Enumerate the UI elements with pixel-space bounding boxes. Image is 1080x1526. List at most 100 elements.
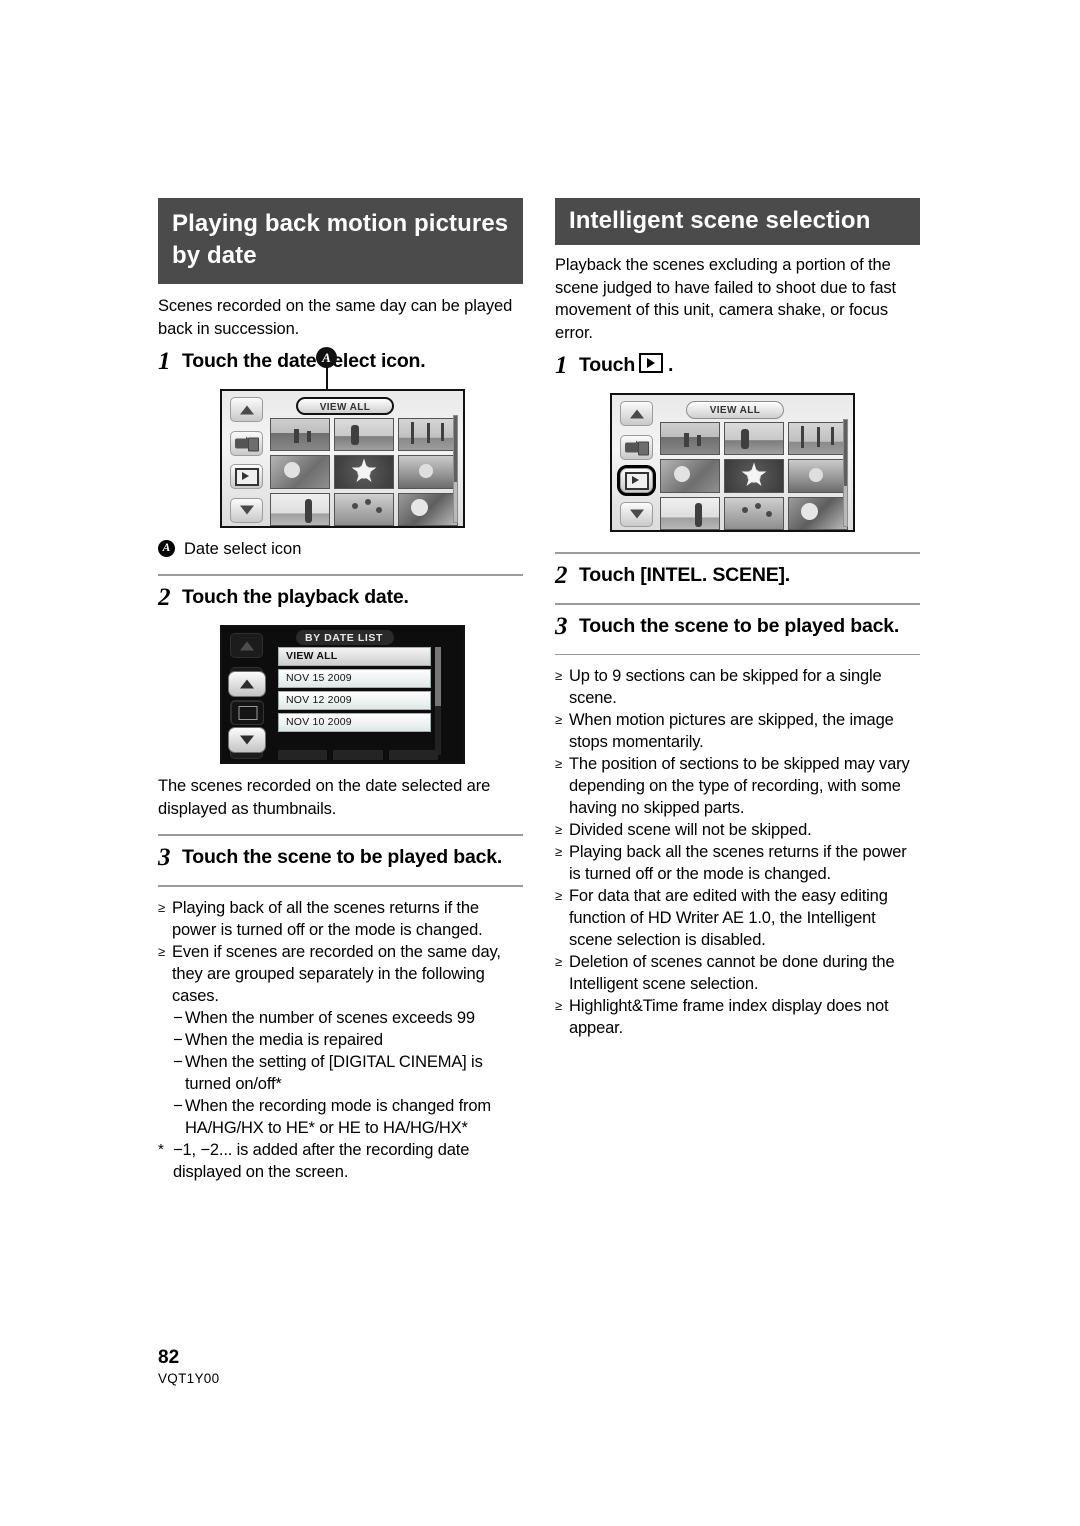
divider bbox=[555, 653, 920, 655]
play-mode-icon[interactable] bbox=[617, 465, 656, 497]
list-item-text: For data that are edited with the easy e… bbox=[569, 887, 888, 949]
thumbnail[interactable] bbox=[398, 492, 458, 526]
after-figure-paragraph: The scenes recorded on the date selected… bbox=[158, 777, 491, 818]
step-2-right: 2 Touch [INTEL. SCENE]. bbox=[555, 563, 920, 589]
list-item: ≥ For data that are edited with the easy… bbox=[555, 885, 920, 951]
intro-paragraph-left: Scenes recorded on the same day can be p… bbox=[158, 297, 513, 338]
footnote-text: −1, −2... is added after the recording d… bbox=[173, 1140, 470, 1181]
dash-mark: − bbox=[173, 1052, 183, 1071]
thumbnail-grid bbox=[270, 418, 458, 526]
divider bbox=[158, 834, 523, 836]
notes-list-right: ≥ Up to 9 sections can be skipped for a … bbox=[555, 665, 920, 1039]
list-scroll-down-button[interactable] bbox=[228, 727, 266, 753]
list-item: ≥ Deletion of scenes cannot be done duri… bbox=[555, 951, 920, 995]
date-list-item[interactable]: VIEW ALL bbox=[278, 647, 431, 666]
list-item: ≥ When motion pictures are skipped, the … bbox=[555, 709, 920, 753]
thumbnail[interactable] bbox=[398, 455, 458, 489]
thumbnail[interactable] bbox=[334, 418, 394, 452]
footnote: * −1, −2... is added after the recording… bbox=[158, 1139, 523, 1183]
lcd-scrollbar[interactable] bbox=[843, 419, 848, 527]
step-text: Touch. bbox=[577, 353, 673, 378]
badge-a-icon: A bbox=[158, 540, 175, 557]
dash-mark: − bbox=[173, 1008, 183, 1027]
notes-list-left: ≥ Playing back of all the scenes returns… bbox=[158, 897, 523, 1183]
list-item: − When the media is repaired bbox=[173, 1029, 523, 1051]
divider bbox=[555, 603, 920, 605]
bullet-mark: ≥ bbox=[555, 954, 562, 969]
callout-a-text: Date select icon bbox=[184, 540, 302, 558]
step-2-left: 2 Touch the playback date. bbox=[158, 585, 523, 611]
bullet-mark: ≥ bbox=[555, 844, 562, 859]
thumbnail[interactable] bbox=[724, 422, 784, 456]
step-text: Touch the playback date. bbox=[182, 586, 409, 608]
scroll-up-icon[interactable] bbox=[620, 401, 653, 426]
thumbnail[interactable] bbox=[788, 496, 848, 530]
list-item: ≥ Divided scene will not be skipped. bbox=[555, 819, 920, 841]
media-select-icon[interactable] bbox=[230, 430, 263, 456]
play-mode-icon[interactable] bbox=[230, 464, 263, 490]
list-scroll-up-button[interactable] bbox=[228, 671, 266, 697]
thumbnail[interactable] bbox=[270, 418, 330, 452]
scroll-up-icon[interactable] bbox=[230, 397, 263, 422]
thumbnail[interactable] bbox=[724, 459, 784, 493]
lcd-scrollbar[interactable] bbox=[453, 415, 458, 523]
thumbnail[interactable] bbox=[334, 492, 394, 526]
list-item: ≥ The position of sections to be skipped… bbox=[555, 753, 920, 819]
step-number: 3 bbox=[158, 844, 171, 871]
list-item: − When the recording mode is changed fro… bbox=[173, 1095, 523, 1139]
figure-thumbnail-screen-right: VIEW ALL bbox=[610, 393, 920, 532]
bullet-mark: ≥ bbox=[555, 998, 562, 1013]
thumbnail[interactable] bbox=[660, 459, 720, 493]
step-number: 1 bbox=[158, 348, 171, 375]
list-item-text: When motion pictures are skipped, the im… bbox=[569, 711, 894, 751]
step-number: 2 bbox=[555, 562, 568, 589]
thumbnail[interactable] bbox=[660, 496, 720, 530]
thumbnail[interactable] bbox=[788, 422, 848, 456]
lcd-screen: VIEW ALL BY DATE LIST VIEW ALL NOV 15 20… bbox=[220, 625, 465, 764]
date-select-icon[interactable]: VIEW ALL bbox=[296, 397, 394, 415]
left-column: Playing back motion pictures by date Sce… bbox=[158, 198, 523, 1183]
list-item: ≥ Playing back of all the scenes returns… bbox=[158, 897, 523, 941]
thumbnail[interactable] bbox=[660, 422, 720, 456]
list-item: − When the number of scenes exceeds 99 bbox=[173, 1007, 523, 1029]
manual-page: Playing back motion pictures by date Sce… bbox=[0, 0, 1080, 1526]
play-mode-icon[interactable] bbox=[231, 701, 264, 725]
thumbnail[interactable] bbox=[334, 455, 394, 489]
bottom-tab-strip bbox=[278, 750, 438, 760]
lcd-scrollbar[interactable] bbox=[435, 647, 441, 755]
scroll-down-icon[interactable] bbox=[230, 497, 263, 523]
step-number: 1 bbox=[555, 352, 568, 379]
date-list-item[interactable]: NOV 10 2009 bbox=[278, 713, 431, 732]
thumbnail[interactable] bbox=[788, 459, 848, 493]
date-list-item[interactable]: NOV 15 2009 bbox=[278, 669, 431, 688]
thumbnail[interactable] bbox=[724, 496, 784, 530]
list-item-text: Divided scene will not be skipped. bbox=[569, 821, 812, 839]
divider bbox=[158, 574, 523, 576]
page-footer: 82 VQT1Y00 bbox=[158, 1347, 219, 1388]
list-item-text: When the recording mode is changed from … bbox=[185, 1096, 491, 1137]
thumbnail-grid bbox=[660, 422, 848, 530]
bullet-mark: ≥ bbox=[555, 668, 562, 683]
step-text-before: Touch bbox=[579, 354, 636, 376]
step-text-after: . bbox=[668, 354, 674, 376]
step-text: Touch the scene to be played back. bbox=[579, 614, 900, 637]
date-list-item[interactable]: NOV 12 2009 bbox=[278, 691, 431, 710]
list-item-text: When the number of scenes exceeds 99 bbox=[185, 1008, 475, 1027]
lcd-screen: VIEW ALL bbox=[610, 393, 855, 532]
play-mode-icon bbox=[639, 353, 664, 373]
lcd-control-rail bbox=[230, 397, 264, 523]
view-all-button[interactable]: VIEW ALL bbox=[686, 401, 784, 419]
scroll-up-icon[interactable] bbox=[230, 633, 263, 658]
list-item-text: When the media is repaired bbox=[185, 1030, 383, 1049]
page-number: 82 bbox=[158, 1347, 180, 1368]
bullet-mark: ≥ bbox=[158, 899, 165, 915]
thumbnail[interactable] bbox=[398, 418, 458, 452]
thumbnail[interactable] bbox=[270, 455, 330, 489]
scroll-down-icon[interactable] bbox=[620, 501, 653, 527]
dash-mark: − bbox=[173, 1096, 183, 1115]
list-item: ≥ Up to 9 sections can be skipped for a … bbox=[555, 665, 920, 709]
list-item-text: Playing back of all the scenes returns i… bbox=[172, 898, 483, 939]
media-select-icon[interactable] bbox=[620, 434, 653, 460]
list-item: ≥ Even if scenes are recorded on the sam… bbox=[158, 941, 523, 1007]
thumbnail[interactable] bbox=[270, 492, 330, 526]
